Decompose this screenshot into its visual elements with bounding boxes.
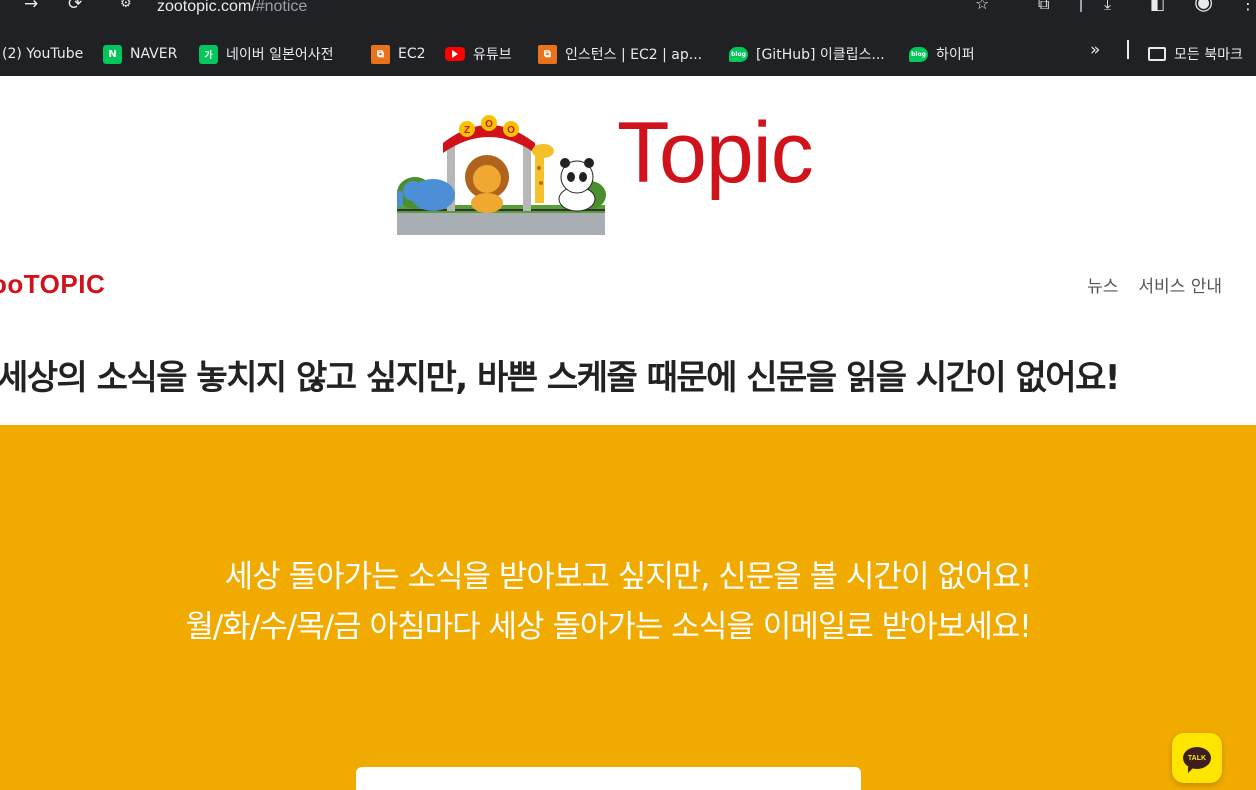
menu-icon[interactable]: ⋮ (1240, 0, 1256, 13)
site-settings-icon[interactable]: ⚙ (120, 0, 132, 11)
download-icon[interactable]: ⤓ (1104, 0, 1111, 14)
elephant-trunk (397, 191, 403, 207)
zoo-letter-o2-text: O (507, 125, 515, 136)
bookmarks-bar: (2) YouTube N NAVER 가 네이버 일본어사전 ⧉ EC2 유튜… (0, 34, 1256, 76)
intro-banner: 세상 돌아가는 소식을 받아보고 싶지만, 신문을 볼 시간이 없어요! 월/화… (0, 425, 1256, 790)
star-icon[interactable]: ☆ (975, 0, 989, 13)
bookmark-label: 유튜브 (473, 47, 512, 63)
giraffe-head (532, 144, 554, 158)
naver-blog-icon: blog (729, 46, 748, 62)
kakao-talk-chat-button[interactable]: TALK (1172, 733, 1222, 783)
bookmark-label: 네이버 일본어사전 (226, 47, 334, 63)
bookmark-naver[interactable]: N NAVER (103, 40, 177, 68)
bookmark-ec2-instances[interactable]: ⧉ 인스턴스 | EC2 | ap... (538, 40, 702, 68)
bookmark-label: [GitHub] 이클립스... (756, 47, 885, 63)
page-content: Z O O Topic ooTOPIC 뉴스 서비스 안내 세상의 소식을 놓치… (0, 76, 1256, 790)
aws-icon: ⧉ (371, 44, 390, 64)
bookmarks-divider (1127, 40, 1129, 59)
zoo-letter-o1-text: O (485, 119, 493, 130)
panda-ear-left (560, 158, 570, 168)
profile-avatar-icon[interactable]: ◉ (1194, 0, 1213, 15)
giraffe-neck (535, 153, 544, 203)
site-logo-text[interactable]: Topic (617, 104, 814, 203)
nav-item-service-guide[interactable]: 서비스 안내 (1138, 272, 1222, 297)
bookmark-label: (2) YouTube (2, 46, 84, 62)
forward-icon[interactable]: → (24, 0, 38, 14)
url-domain: zootopic.com/ (157, 0, 256, 15)
lion-body (471, 193, 503, 213)
toolbar-divider (1080, 0, 1082, 12)
url-path: #notice (255, 0, 308, 15)
bookmark-youtube[interactable]: 유튜브 (445, 40, 512, 68)
aws-icon: ⧉ (538, 44, 557, 64)
all-bookmarks-folder[interactable]: 모든 북마크 (1148, 40, 1243, 68)
panda-eye-right (579, 172, 587, 182)
bookmark-naver-japanese-dictionary[interactable]: 가 네이버 일본어사전 (199, 40, 334, 68)
naver-dictionary-icon: 가 (199, 44, 218, 64)
naver-icon: N (103, 44, 122, 64)
banner-text-line-2: 월/화/수/목/금 아침마다 세상 돌아가는 소식을 이메일로 받아보세요! (185, 609, 1031, 645)
bookmark-label: EC2 (398, 46, 426, 62)
ground-shape (397, 213, 605, 235)
zoo-letter-z-text: Z (464, 125, 470, 136)
bookmark-hyper[interactable]: blog 하이퍼 (909, 40, 975, 68)
lion-face (473, 165, 501, 193)
giraffe-spot (539, 181, 543, 185)
folder-icon (1148, 47, 1166, 61)
bookmarks-overflow-chevron-icon[interactable]: » (1090, 40, 1100, 60)
site-brand[interactable]: ooTOPIC (0, 269, 105, 300)
browser-toolbar: → ⟳ ⚙ zootopic.com/#notice ☆ ⧉ ⤓ ◧ ◉ ⋮ (0, 0, 1256, 34)
giraffe-spot (537, 166, 541, 170)
page-headline: 세상의 소식을 놓치지 않고 싶지만, 바쁜 스케줄 때문에 신문을 읽을 시간… (0, 358, 1120, 398)
nav-item-news[interactable]: 뉴스 (1087, 272, 1118, 297)
bookmark-github-eclipse[interactable]: blog [GitHub] 이클립스... (729, 40, 885, 68)
bookmark-label: 인스턴스 | EC2 | ap... (565, 47, 703, 63)
kakao-talk-icon: TALK (1183, 747, 1211, 773)
subscribe-card (356, 767, 861, 790)
zoo-logo-illustration: Z O O (397, 115, 606, 235)
gate-post-right (523, 141, 531, 211)
bookmark-label: NAVER (130, 46, 178, 62)
talk-label: TALK (1187, 754, 1207, 762)
extensions-icon[interactable]: ⧉ (1038, 0, 1049, 14)
panda-ear-right (584, 158, 594, 168)
bookmark-ec2[interactable]: ⧉ EC2 (371, 40, 426, 68)
bookmark-youtube-count[interactable]: (2) YouTube (2, 40, 83, 68)
elephant-head (403, 181, 423, 201)
bookmark-label: 하이퍼 (936, 47, 975, 63)
panda-eye-left (567, 172, 575, 182)
site-nav: 뉴스 서비스 안내 (1087, 272, 1222, 297)
youtube-icon (445, 47, 465, 61)
address-bar[interactable]: zootopic.com/#notice (157, 0, 308, 15)
banner-text-line-1: 세상 돌아가는 소식을 받아보고 싶지만, 신문을 볼 시간이 없어요! (224, 559, 1033, 595)
reload-icon[interactable]: ⟳ (68, 0, 82, 14)
side-panel-icon[interactable]: ◧ (1150, 0, 1165, 13)
all-bookmarks-label: 모든 북마크 (1174, 47, 1243, 63)
naver-blog-icon: blog (909, 46, 928, 62)
